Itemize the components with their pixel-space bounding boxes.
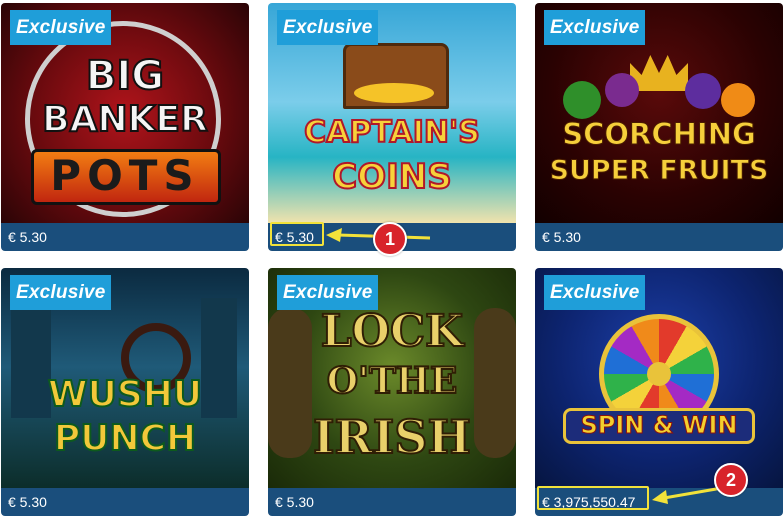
price-bar: € 5.30 xyxy=(1,488,249,516)
jackpot-highlight-box xyxy=(537,486,649,510)
game-title-line: PUNCH xyxy=(53,417,197,460)
game-title-line: SCORCHING xyxy=(562,117,757,152)
exclusive-badge: Exclusive xyxy=(10,10,112,45)
game-title-line: BANKER xyxy=(41,98,209,141)
game-tile-captains-coins[interactable]: CAPTAIN'S COINS Exclusive € 5.30 xyxy=(268,3,516,251)
annotation-marker-2: 2 xyxy=(714,463,748,497)
jackpot-amount: € 5.30 xyxy=(8,229,47,245)
jackpot-amount: € 5.30 xyxy=(8,494,47,510)
exclusive-badge: Exclusive xyxy=(277,275,379,310)
game-title-line: POTS xyxy=(50,151,200,200)
price-bar: € 5.30 xyxy=(535,223,783,251)
game-title-line: LOCK xyxy=(320,305,465,358)
game-tile-lock-o-the-irish[interactable]: LOCK O'THE IRISH Exclusive € 5.30 xyxy=(268,268,516,516)
game-title-line: BIG xyxy=(85,52,165,100)
jackpot-highlight-box xyxy=(270,222,324,246)
exclusive-badge: Exclusive xyxy=(10,275,112,310)
game-title-line: WUSHU xyxy=(47,373,203,416)
game-title-line: SUPER FRUITS xyxy=(549,155,769,187)
jackpot-amount: € 5.30 xyxy=(275,494,314,510)
exclusive-badge: Exclusive xyxy=(544,10,646,45)
jackpot-amount: € 5.30 xyxy=(542,229,581,245)
game-tile-wushu-punch[interactable]: WUSHU PUNCH Exclusive € 5.30 xyxy=(1,268,249,516)
exclusive-badge: Exclusive xyxy=(544,275,646,310)
price-bar: € 5.30 xyxy=(268,488,516,516)
annotation-marker-1: 1 xyxy=(373,222,407,256)
game-tile-scorching-super-fruits[interactable]: SCORCHING SUPER FRUITS Exclusive € 5.30 xyxy=(535,3,783,251)
game-tile-big-banker-pots[interactable]: BIG BANKER POTS Exclusive € 5.30 xyxy=(1,3,249,251)
game-title-line: COINS xyxy=(331,156,452,198)
exclusive-badge: Exclusive xyxy=(277,10,379,45)
game-title-line: SPIN & WIN xyxy=(580,411,738,440)
price-bar: € 5.30 xyxy=(1,223,249,251)
game-title-line: CAPTAIN'S xyxy=(303,114,481,151)
game-title-line: O'THE xyxy=(326,359,459,403)
game-title-line: IRISH xyxy=(312,409,472,465)
